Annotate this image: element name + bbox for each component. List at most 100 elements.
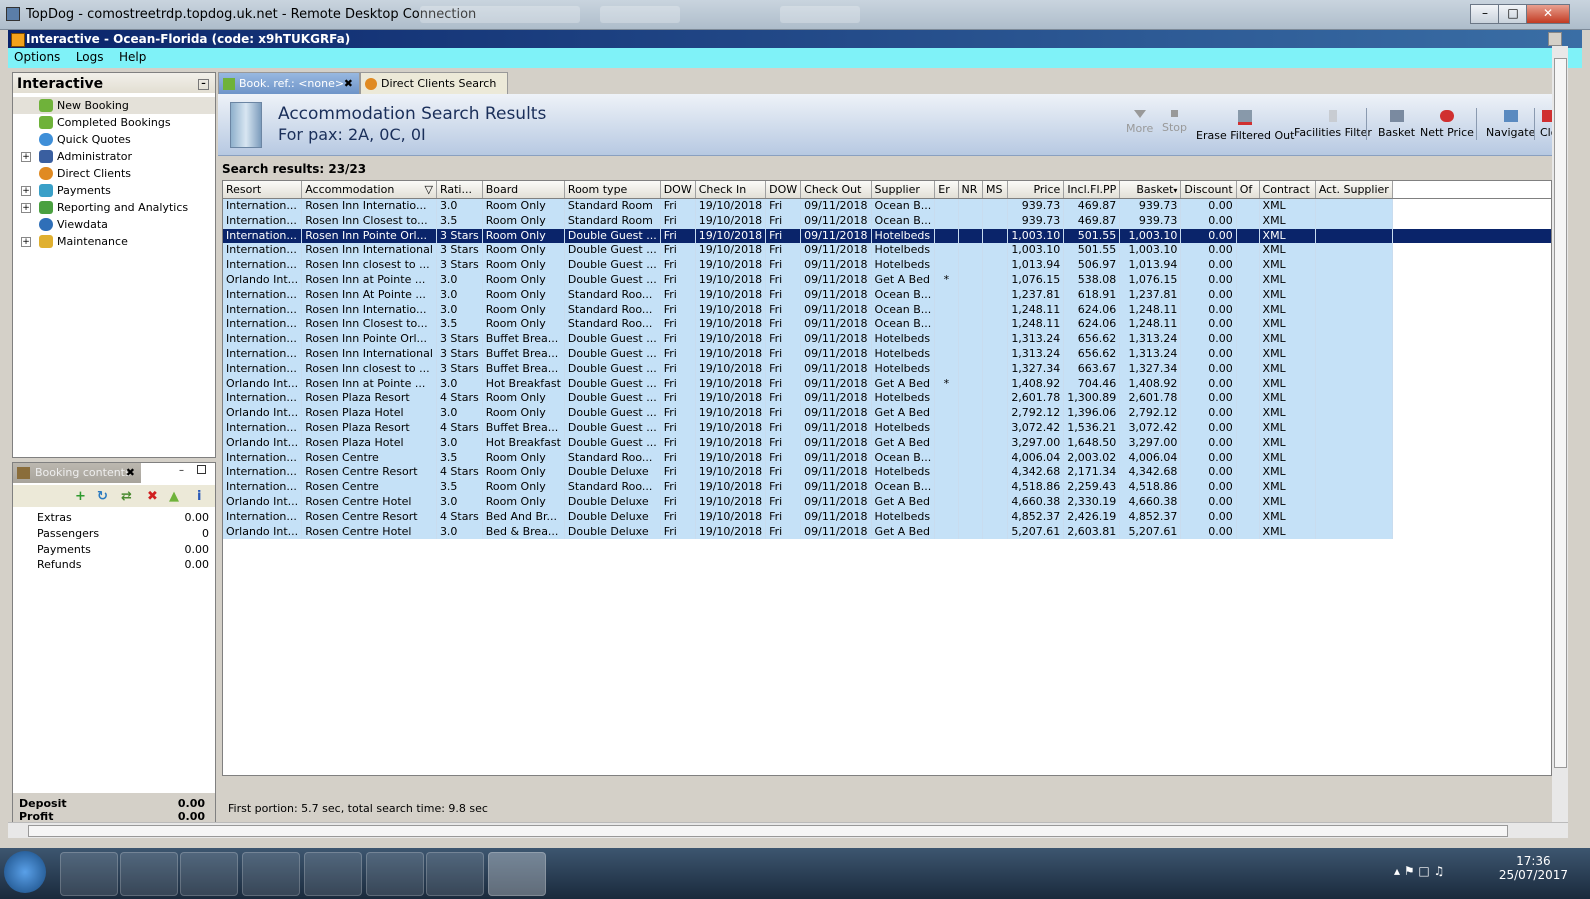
add-icon[interactable]: +	[75, 489, 86, 504]
tab-booking-ref[interactable]: Book. ref.: <none> ✖	[218, 72, 360, 94]
info-icon[interactable]: i	[197, 489, 201, 504]
collapse-icon[interactable]: –	[198, 79, 209, 90]
table-row[interactable]: Internation... Rosen Inn Internatio... 3.0…	[223, 302, 1551, 318]
col-header-check-out[interactable]: Check Out	[800, 181, 872, 199]
table-row[interactable]: Internation... Rosen Inn Internatio... 3.0…	[223, 198, 1551, 214]
vertical-scroll-thumb[interactable]	[1554, 58, 1567, 768]
horizontal-scrollbar[interactable]	[8, 822, 1568, 838]
stop-button[interactable]: Stop	[1162, 110, 1187, 134]
nett-price-button[interactable]: Nett Price	[1420, 110, 1474, 139]
vertical-scrollbar[interactable]	[1552, 46, 1568, 822]
table-row[interactable]: Internation... Rosen Plaza Resort 4 Stars B…	[223, 420, 1551, 436]
taskbar-clock[interactable]: 17:36 25/07/2017	[1499, 854, 1568, 882]
table-row[interactable]: Orlando Int... Rosen Inn at Pointe ... 3.0…	[223, 272, 1551, 288]
erase-filtered-out-button[interactable]: Erase Filtered Out	[1196, 110, 1294, 142]
table-row[interactable]: Internation... Rosen Inn Closest to... 3.5…	[223, 317, 1551, 333]
col-header-room-type[interactable]: Room type	[564, 181, 661, 199]
windows-start-icon[interactable]	[4, 851, 46, 893]
app-icon[interactable]	[366, 852, 424, 896]
chrome-icon[interactable]	[242, 852, 300, 896]
menu-logs[interactable]: Logs	[70, 48, 110, 66]
table-row[interactable]: Orlando Int... Rosen Plaza Hotel 3.0 Hot Br…	[223, 435, 1551, 451]
col-header-nr[interactable]: NR	[958, 181, 983, 199]
table-row[interactable]: Internation... Rosen Inn closest to ... 3 …	[223, 361, 1551, 377]
file-explorer-icon[interactable]	[120, 852, 178, 896]
col-header-ms[interactable]: MS	[982, 181, 1008, 199]
col-header-supplier[interactable]: Supplier	[871, 181, 936, 199]
table-row[interactable]: Internation... Rosen Centre 3.5 Room Only St…	[223, 450, 1551, 466]
expand-icon[interactable]: +	[21, 237, 31, 247]
nav-item-maintenance[interactable]: + Maintenance	[13, 233, 215, 250]
expand-icon[interactable]: +	[21, 203, 31, 213]
tab-direct-clients-search[interactable]: Direct Clients Search	[360, 72, 508, 94]
nav-item-viewdata[interactable]: Viewdata	[13, 216, 215, 233]
panel-minimize-button[interactable]: –	[179, 465, 189, 476]
expand-icon[interactable]: +	[21, 186, 31, 196]
horizontal-scroll-thumb[interactable]	[28, 825, 1508, 837]
col-header-contract[interactable]: Contract	[1259, 181, 1316, 199]
col-header-board[interactable]: Board	[482, 181, 565, 199]
table-row[interactable]: Internation... Rosen Centre 3.5 Room Only St…	[223, 480, 1551, 495]
delete-icon[interactable]: ✖	[147, 489, 158, 504]
col-header-basket[interactable]: Basket▾	[1119, 181, 1182, 199]
nav-item-completed-bookings[interactable]: Completed Bookings	[13, 114, 215, 131]
rdp-close-button[interactable]: ✕	[1526, 4, 1570, 24]
table-row[interactable]: Internation... Rosen Inn International 3 S…	[223, 346, 1551, 362]
menu-help[interactable]: Help	[113, 48, 152, 66]
outlook-icon[interactable]	[426, 852, 484, 896]
remote-desktop-icon[interactable]	[488, 852, 546, 896]
col-header-rating[interactable]: Rati...	[436, 181, 483, 199]
col-header-dow-out[interactable]: DOW	[765, 181, 802, 199]
refresh-icon[interactable]: ↻	[97, 489, 108, 504]
booking-contents-tab[interactable]: Booking contents ✖	[13, 463, 141, 483]
table-row[interactable]: Internation... Rosen Centre Resort 4 Stars…	[223, 465, 1551, 481]
folder-icon[interactable]	[304, 852, 362, 896]
table-row[interactable]: Internation... Rosen Inn Closest to... 3.5…	[223, 213, 1551, 229]
nav-item-direct-clients[interactable]: Direct Clients	[13, 165, 215, 182]
media-player-icon[interactable]	[180, 852, 238, 896]
more-button[interactable]: More	[1126, 110, 1153, 135]
col-header-discount[interactable]: Discount	[1180, 181, 1237, 199]
rdp-maximize-button[interactable]: □	[1498, 4, 1528, 24]
navigate-button[interactable]: Navigate	[1486, 110, 1535, 139]
app-minimize-button[interactable]	[1548, 32, 1562, 46]
table-row[interactable]: Internation... Rosen Inn At Pointe ... 3.0…	[223, 287, 1551, 303]
close-icon[interactable]: ✖	[344, 73, 353, 95]
nav-item-quick-quotes[interactable]: Quick Quotes	[13, 131, 215, 148]
rdp-minimize-button[interactable]: –	[1470, 4, 1500, 24]
table-row[interactable]: Internation... Rosen Inn Pointe Orl... 3 S…	[223, 228, 1551, 244]
panel-maximize-button[interactable]	[197, 465, 206, 474]
col-header-resort[interactable]: Resort	[223, 181, 303, 199]
table-row[interactable]: Orlando Int... Rosen Centre Hotel 3.0 Bed &…	[223, 524, 1551, 540]
basket-button[interactable]: Basket	[1378, 110, 1415, 139]
nav-item-reporting[interactable]: + Reporting and Analytics	[13, 199, 215, 216]
col-header-accommodation[interactable]: Accommodation ▽	[301, 181, 437, 199]
nav-item-administrator[interactable]: + Administrator	[13, 148, 215, 165]
col-header-dow-in[interactable]: DOW	[660, 181, 696, 199]
col-header-incl-fl-pp[interactable]: Incl.Fl.PP	[1063, 181, 1121, 199]
internet-explorer-icon[interactable]	[60, 852, 118, 896]
table-row[interactable]: Internation... Rosen Inn Pointe Orl... 3 S…	[223, 332, 1551, 347]
table-row[interactable]: Orlando Int... Rosen Centre Hotel 3.0 Room …	[223, 494, 1551, 510]
transfer-icon[interactable]: ⇄	[121, 489, 132, 504]
menu-options[interactable]: Options	[8, 48, 66, 66]
table-row[interactable]: Orlando Int... Rosen Inn at Pointe ... 3.0…	[223, 376, 1551, 392]
table-row[interactable]: Internation... Rosen Inn closest to ... 3 …	[223, 258, 1551, 273]
tray-icons[interactable]: ▴ ⚑ □ ♫	[1394, 864, 1444, 878]
col-header-act-supplier[interactable]: Act. Supplier	[1315, 181, 1393, 199]
col-header-check-in[interactable]: Check In	[695, 181, 767, 199]
table-row[interactable]: Internation... Rosen Inn International 3 S…	[223, 243, 1551, 259]
filter-icon[interactable]: ▽	[424, 183, 432, 196]
table-row[interactable]: Internation... Rosen Plaza Resort 4 Stars R…	[223, 391, 1551, 407]
table-row[interactable]: Orlando Int... Rosen Plaza Hotel 3.0 Room O…	[223, 406, 1551, 421]
col-header-price[interactable]: Price	[1007, 181, 1065, 199]
expand-icon[interactable]: +	[21, 152, 31, 162]
col-header-er[interactable]: Er	[934, 181, 959, 199]
palm-tree-icon[interactable]: ▲	[169, 489, 179, 504]
table-row[interactable]: Internation... Rosen Centre Resort 4 Stars…	[223, 509, 1551, 525]
col-header-of[interactable]: Of	[1236, 181, 1260, 199]
nav-item-payments[interactable]: + Payments	[13, 182, 215, 199]
facilities-filter-button[interactable]: Facilities Filter	[1294, 110, 1372, 139]
close-icon[interactable]: ✖	[126, 463, 135, 483]
nav-item-new-booking[interactable]: New Booking	[13, 97, 215, 114]
